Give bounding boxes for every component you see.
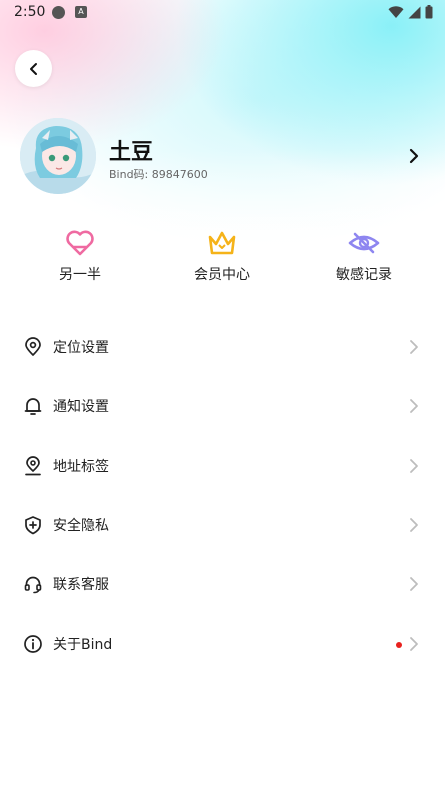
quick-action-sensitive-records[interactable]: 敏感记录 bbox=[309, 228, 419, 284]
status-time: 2:50 bbox=[14, 4, 46, 20]
chevron-right-icon bbox=[410, 518, 418, 532]
chevron-left-icon bbox=[29, 62, 37, 75]
menu-item-location-settings[interactable]: 定位设置 bbox=[0, 322, 445, 372]
bell-icon bbox=[24, 398, 42, 415]
quick-action-membership[interactable]: 会员中心 bbox=[167, 228, 277, 284]
avatar[interactable] bbox=[20, 118, 96, 194]
signal-icon bbox=[408, 6, 421, 18]
menu-item-label: 通知设置 bbox=[53, 399, 109, 415]
menu-item-notification-settings[interactable]: 通知设置 bbox=[0, 381, 445, 431]
menu-item-label: 联系客服 bbox=[53, 577, 109, 593]
info-icon bbox=[24, 635, 42, 653]
wifi-icon bbox=[388, 5, 404, 18]
menu-item-address-labels[interactable]: 地址标签 bbox=[0, 441, 445, 491]
battery-icon bbox=[425, 5, 433, 19]
quick-action-label: 敏感记录 bbox=[336, 267, 392, 283]
quick-action-label: 会员中心 bbox=[194, 267, 250, 283]
quick-action-label: 另一半 bbox=[59, 267, 101, 283]
chevron-right-icon bbox=[410, 399, 418, 413]
accessibility-badge-icon: A bbox=[75, 6, 87, 18]
notification-dot-icon bbox=[52, 6, 65, 19]
chevron-right-icon bbox=[410, 637, 418, 651]
menu-item-label: 定位设置 bbox=[53, 340, 109, 356]
chevron-right-icon bbox=[410, 577, 418, 591]
user-name: 土豆 bbox=[109, 140, 154, 165]
bind-code-value: 89847600 bbox=[151, 168, 208, 181]
eye-slash-icon bbox=[348, 232, 380, 254]
shield-icon bbox=[25, 516, 41, 535]
back-button[interactable] bbox=[15, 50, 52, 87]
chevron-right-icon bbox=[410, 340, 418, 354]
profile-chevron-right-icon[interactable] bbox=[404, 146, 424, 166]
map-pin-icon bbox=[25, 456, 41, 476]
bind-code-label: Bind码: bbox=[109, 168, 152, 181]
menu-item-customer-service[interactable]: 联系客服 bbox=[0, 559, 445, 609]
heart-icon bbox=[66, 230, 94, 256]
status-bar: 2:50 A bbox=[0, 0, 445, 26]
quick-action-partner[interactable]: 另一半 bbox=[25, 228, 135, 284]
status-indicators bbox=[388, 5, 433, 19]
headset-icon bbox=[24, 576, 42, 594]
menu-item-label: 安全隐私 bbox=[53, 518, 109, 534]
crown-icon bbox=[208, 231, 236, 255]
menu-item-label: 关于Bind bbox=[53, 637, 113, 653]
chevron-right-icon bbox=[410, 459, 418, 473]
menu-item-about[interactable]: 关于Bind bbox=[0, 619, 445, 669]
new-indicator-dot bbox=[396, 642, 402, 648]
menu-item-label: 地址标签 bbox=[53, 459, 109, 475]
menu-item-security-privacy[interactable]: 安全隐私 bbox=[0, 500, 445, 550]
location-pin-icon bbox=[25, 337, 41, 356]
bind-code-line: Bind码: 89847600 bbox=[109, 166, 208, 182]
avatar-illustration bbox=[20, 118, 96, 194]
